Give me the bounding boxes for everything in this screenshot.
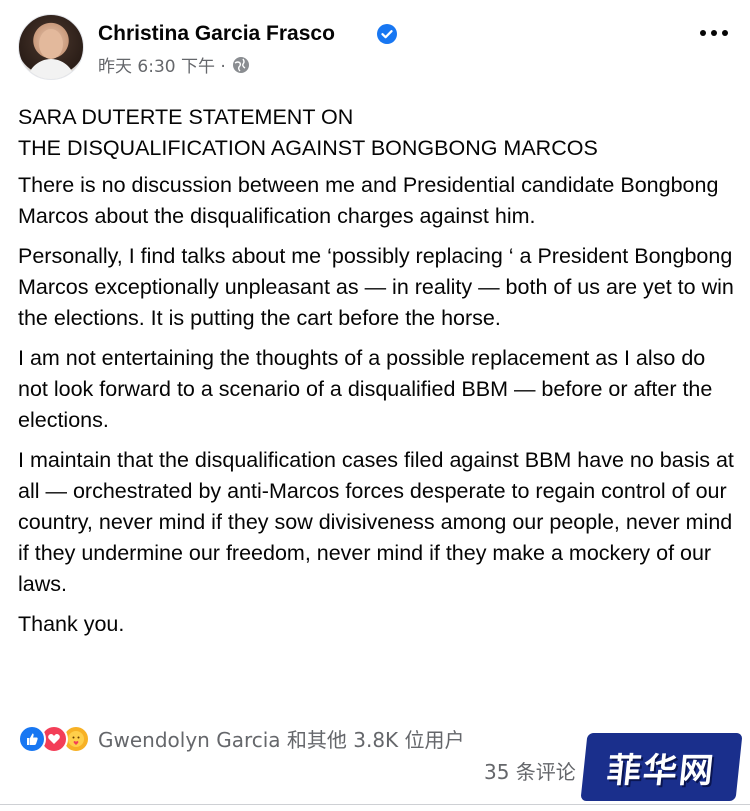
heading-line-2: THE DISQUALIFICATION AGAINST BONGBONG MA… xyxy=(18,136,598,160)
reactions-text[interactable]: Gwendolyn Garcia 和其他 3.8K 位用户 xyxy=(98,724,465,753)
post-timestamp[interactable]: 昨天 6:30 下午 · xyxy=(98,52,226,77)
avatar-shirt xyxy=(27,59,75,79)
post-paragraph: Thank you. xyxy=(18,612,125,636)
reactions-summary[interactable]: Gwendolyn Garcia 和其他 3.8K 位用户 xyxy=(18,724,465,753)
post-meta: 昨天 6:30 下午 · xyxy=(98,52,250,77)
more-options-icon[interactable] xyxy=(700,30,728,36)
post-paragraph: Personally, I find talks about me ‘possi… xyxy=(18,244,734,330)
avatar-face xyxy=(39,29,63,59)
watermark-text: 菲华网 xyxy=(605,750,718,791)
like-icon xyxy=(18,724,46,753)
author-name[interactable]: Christina Garcia Frasco xyxy=(98,22,335,46)
post-paragraph: There is no discussion between me and Pr… xyxy=(18,173,719,228)
post-content: SARA DUTERTE STATEMENT ON THE DISQUALIFI… xyxy=(18,102,740,649)
more-dot xyxy=(711,30,717,36)
site-watermark: 菲华网 xyxy=(580,733,743,801)
heading-line-1: SARA DUTERTE STATEMENT ON xyxy=(18,105,354,129)
globe-icon[interactable] xyxy=(232,56,250,74)
divider xyxy=(0,804,750,805)
more-dot xyxy=(700,30,706,36)
statement-heading: SARA DUTERTE STATEMENT ON THE DISQUALIFI… xyxy=(18,102,740,164)
more-dot xyxy=(722,30,728,36)
verified-badge-icon xyxy=(377,24,397,44)
comments-count[interactable]: 35 条评论 xyxy=(484,756,576,785)
post-paragraph: I maintain that the disqualification cas… xyxy=(18,448,734,596)
author-avatar[interactable] xyxy=(18,14,84,80)
post-paragraph: I am not entertaining the thoughts of a … xyxy=(18,346,713,432)
